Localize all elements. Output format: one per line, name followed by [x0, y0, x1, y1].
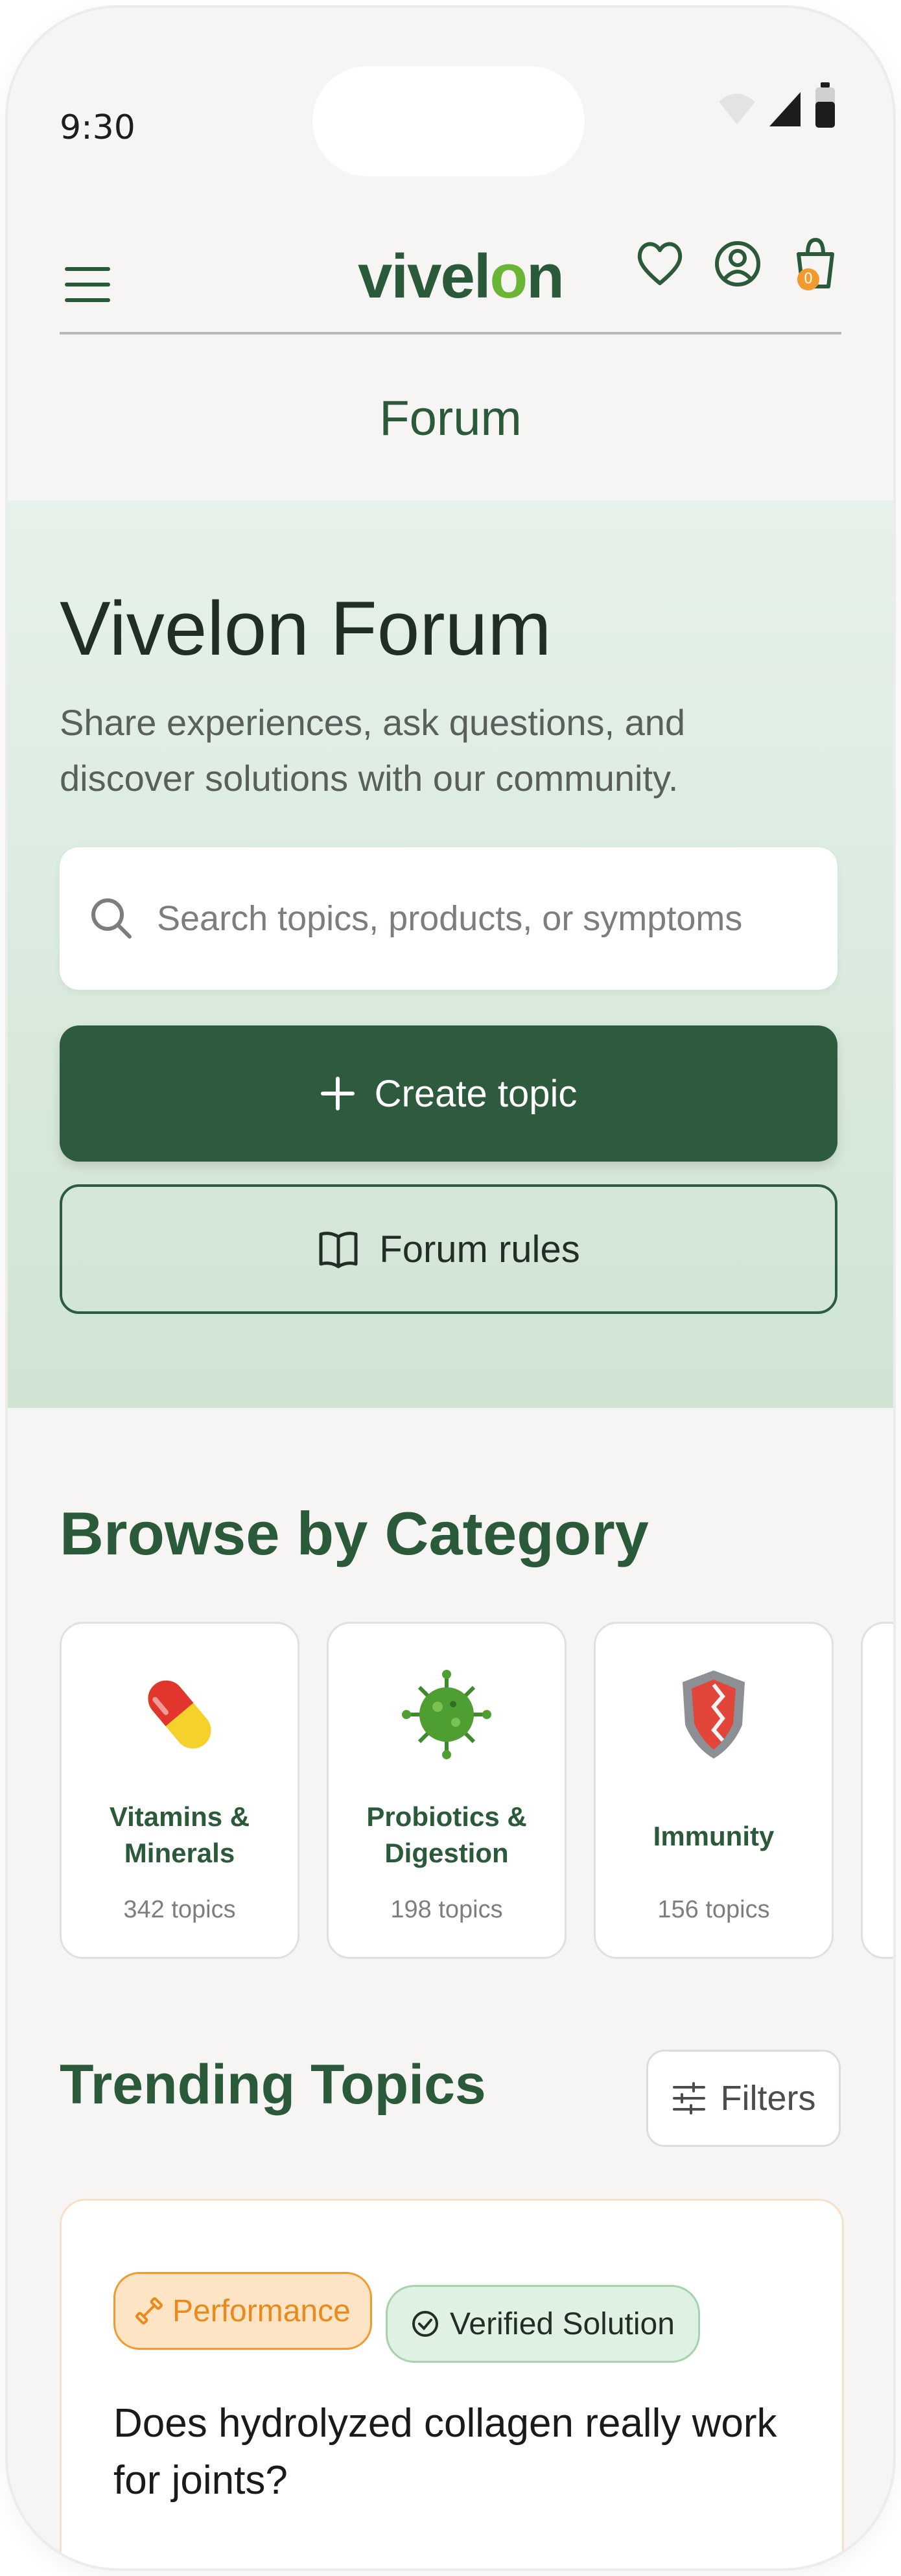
badge-label: Verified Solution — [450, 2306, 675, 2341]
create-topic-button[interactable]: Create topic — [60, 1025, 837, 1162]
sliders-icon — [672, 2082, 705, 2114]
pill-icon — [148, 1680, 211, 1749]
category-count: 342 topics — [123, 1896, 236, 1923]
search-bar[interactable] — [60, 847, 837, 990]
search-input[interactable] — [157, 886, 805, 951]
book-icon — [319, 1232, 358, 1269]
forum-hero: Vivelon Forum Share experiences, ask que… — [8, 500, 893, 1408]
create-topic-label: Create topic — [374, 1072, 578, 1115]
forum-rules-label: Forum rules — [379, 1228, 580, 1270]
category-name: Vitamins & Minerals — [109, 1801, 250, 1868]
trending-topics-title: Trending Topics — [60, 2054, 486, 2116]
user-icon[interactable] — [712, 235, 764, 293]
app-header: vivelon 0 — [8, 202, 893, 345]
heart-icon[interactable] — [634, 235, 686, 293]
hero-subtitle: Share experiences, ask questions, and di… — [60, 702, 686, 799]
filters-button[interactable]: Filters — [646, 2050, 841, 2147]
category-count: 198 topics — [390, 1896, 503, 1923]
vivelon-logo[interactable]: vivelon — [358, 241, 565, 312]
topic-title[interactable]: Does hydrolyzed collagen really work for… — [113, 2395, 794, 2509]
category-card-immunity[interactable]: Immunity 156 topics — [594, 1622, 834, 1959]
check-circle-icon — [412, 2311, 438, 2337]
status-icons — [718, 82, 835, 128]
signal-icon — [769, 92, 801, 126]
tag-label: Performance — [172, 2293, 351, 2328]
hamburger-menu-icon[interactable] — [65, 267, 110, 306]
category-card-partial[interactable] — [861, 1622, 893, 1959]
tag-performance[interactable]: Performance — [113, 2272, 372, 2350]
category-card-vitamins[interactable]: Vitamins & Minerals 342 topics — [60, 1622, 299, 1959]
dumbbell-icon — [135, 2297, 163, 2324]
browse-category-title: Browse by Category — [60, 1499, 649, 1567]
dynamic-island — [312, 66, 585, 176]
search-icon — [91, 898, 132, 939]
header-divider — [60, 332, 841, 334]
wifi-icon — [719, 93, 755, 124]
filters-label: Filters — [720, 2079, 816, 2118]
verified-solution-badge: Verified Solution — [386, 2285, 700, 2363]
page-title: Forum — [379, 391, 522, 446]
shield-icon — [683, 1670, 745, 1759]
topic-card[interactable]: Performance Verified Solution Does hydro… — [60, 2199, 844, 2568]
shopping-bag-icon[interactable]: 0 — [790, 235, 841, 293]
battery-icon — [815, 82, 835, 128]
category-count: 156 topics — [657, 1896, 770, 1923]
category-carousel[interactable]: Vitamins & Minerals 342 topics Probiotic… — [60, 1622, 893, 1959]
cart-count-badge: 0 — [797, 268, 819, 290]
bacteria-icon — [402, 1670, 491, 1759]
category-name: Immunity — [653, 1821, 775, 1851]
forum-rules-button[interactable]: Forum rules — [60, 1184, 837, 1314]
category-card-probiotics[interactable]: Probiotics & Digestion 198 topics — [327, 1622, 567, 1959]
status-time: 9:30 — [60, 108, 135, 147]
plus-icon — [320, 1077, 355, 1110]
hero-title: Vivelon Forum — [60, 586, 552, 672]
category-name: Probiotics & Digestion — [366, 1801, 527, 1868]
phone-frame: 9:30 vivelon 0 Forum Vivelon Forum Share… — [8, 8, 893, 2568]
header-actions: 0 — [634, 235, 841, 293]
